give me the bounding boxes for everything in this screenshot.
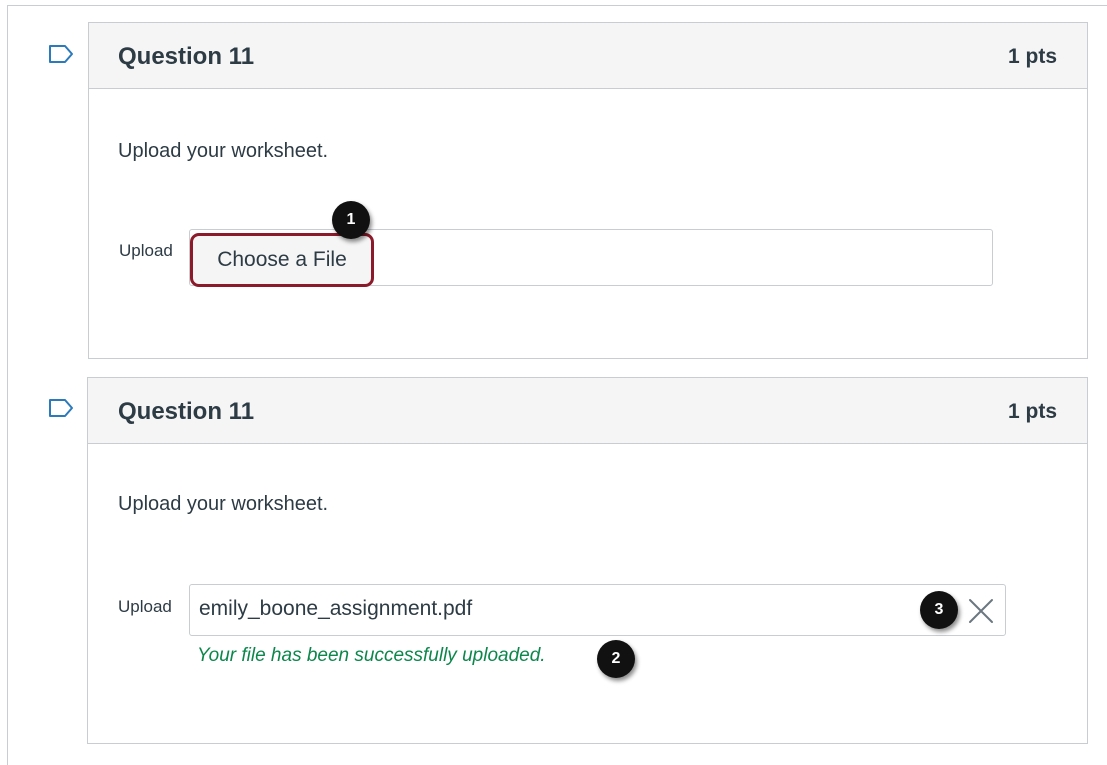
upload-success-message: Your file has been successfully uploaded… — [197, 645, 546, 666]
uploaded-file-field[interactable]: emily_boone_assignment.pdf — [189, 584, 1006, 636]
question-points: 1 pts — [1007, 45, 1057, 68]
upload-label: Upload — [118, 597, 172, 616]
flag-icon[interactable] — [48, 398, 74, 418]
question-card: Question 11 1 pts Upload your worksheet.… — [88, 22, 1088, 359]
callout-1: 1 — [332, 201, 370, 239]
question-header: Question 11 1 pts — [88, 378, 1087, 444]
frame-border-left — [7, 5, 8, 765]
question-prompt: Upload your worksheet. — [118, 140, 329, 162]
upload-label: Upload — [119, 241, 173, 260]
callout-3: 3 — [920, 591, 958, 629]
question-card: Question 11 1 pts Upload your worksheet.… — [87, 377, 1088, 744]
callout-2: 2 — [597, 640, 635, 678]
question-prompt: Upload your worksheet. — [118, 493, 329, 515]
close-icon[interactable] — [966, 596, 996, 626]
question-points: 1 pts — [1007, 400, 1057, 423]
frame-border-top — [7, 5, 1107, 6]
choose-file-button[interactable]: Choose a File — [190, 233, 374, 287]
flag-icon[interactable] — [48, 44, 74, 64]
question-title: Question 11 — [118, 398, 255, 425]
uploaded-file-name: emily_boone_assignment.pdf — [199, 597, 473, 620]
file-upload-field[interactable]: Choose a File — [189, 229, 993, 287]
question-header: Question 11 1 pts — [89, 23, 1087, 89]
question-title: Question 11 — [118, 43, 255, 70]
